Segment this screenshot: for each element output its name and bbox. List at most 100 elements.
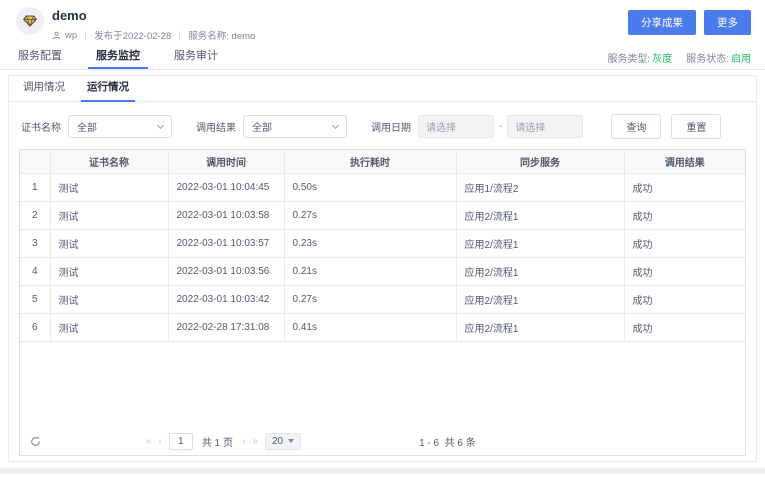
total-pages-label: 共 1 页 bbox=[202, 434, 233, 449]
table-cell: 成功 bbox=[624, 202, 745, 230]
card-bottom-padding bbox=[9, 456, 756, 461]
table-body: 1测试2022-03-01 10:04:450.50s应用1/流程2成功2测试2… bbox=[20, 174, 745, 342]
row-index-cell: 2 bbox=[20, 202, 50, 230]
main-tab[interactable]: 服务监控 bbox=[94, 47, 142, 68]
table-row: 2测试2022-03-01 10:03:580.27s应用2/流程1成功 bbox=[20, 202, 745, 230]
table-cell: 应用2/流程1 bbox=[456, 230, 624, 258]
call-result-label: 调用结果 bbox=[196, 119, 236, 134]
column-header: 证书名称 bbox=[50, 150, 168, 174]
main-tab[interactable]: 服务配置 bbox=[16, 47, 64, 68]
row-index-cell: 4 bbox=[20, 258, 50, 286]
column-header: 调用结果 bbox=[624, 150, 745, 174]
table-cell: 2022-03-01 10:03:58 bbox=[168, 202, 284, 230]
table-cell: 成功 bbox=[624, 174, 745, 202]
divider bbox=[85, 31, 86, 40]
table-cell: 0.27s bbox=[284, 202, 456, 230]
page-size-select[interactable]: 20 bbox=[265, 433, 301, 450]
service-status: 服务状态:启用 bbox=[686, 50, 751, 65]
table-row: 6测试2022-02-28 17:31:080.41s应用2/流程1成功 bbox=[20, 314, 745, 342]
column-header: 调用时间 bbox=[168, 150, 284, 174]
top-header: demo wp 发布于2022-02-28 服务名称: demo 分享成果 更多 bbox=[0, 0, 765, 46]
table-cell: 0.23s bbox=[284, 230, 456, 258]
prev-page-button[interactable]: ‹ bbox=[159, 436, 162, 447]
table-cell: 成功 bbox=[624, 314, 745, 342]
publish-date: 发布于2022-02-28 bbox=[94, 28, 171, 42]
table-cell: 0.21s bbox=[284, 258, 456, 286]
table-cell: 测试 bbox=[50, 202, 168, 230]
page-title: demo bbox=[52, 8, 255, 23]
more-button[interactable]: 更多 bbox=[704, 10, 751, 35]
header-meta: wp 发布于2022-02-28 服务名称: demo bbox=[52, 28, 255, 42]
table-cell: 应用2/流程1 bbox=[456, 314, 624, 342]
table-row: 1测试2022-03-01 10:04:450.50s应用1/流程2成功 bbox=[20, 174, 745, 202]
sub-tab[interactable]: 运行情况 bbox=[85, 79, 131, 101]
gem-icon bbox=[22, 13, 38, 29]
current-page-box[interactable]: 1 bbox=[169, 433, 193, 450]
last-page-button[interactable]: » bbox=[252, 436, 258, 447]
call-date-label: 调用日期 bbox=[371, 119, 411, 134]
caret-down-icon bbox=[288, 439, 294, 443]
table-cell: 成功 bbox=[624, 230, 745, 258]
date-start-input[interactable]: 请选择 bbox=[418, 115, 494, 138]
divider bbox=[179, 31, 180, 40]
cert-name-label: 证书名称 bbox=[21, 119, 61, 134]
main-tab-bar: 服务配置 服务监控 服务审计 服务类型:灰度 服务状态:启用 bbox=[0, 46, 765, 70]
service-meta: 服务类型:灰度 服务状态:启用 bbox=[607, 50, 751, 65]
row-index-cell: 3 bbox=[20, 230, 50, 258]
refresh-icon bbox=[30, 436, 41, 447]
refresh-button[interactable] bbox=[30, 436, 41, 447]
results-table: 证书名称调用时间执行耗时同步服务调用结果 1测试2022-03-01 10:04… bbox=[20, 150, 745, 342]
table-cell: 2022-03-01 10:03:56 bbox=[168, 258, 284, 286]
service-status-value: 启用 bbox=[731, 54, 751, 65]
table-cell: 测试 bbox=[50, 230, 168, 258]
table-cell: 2022-02-28 17:31:08 bbox=[168, 314, 284, 342]
user-icon bbox=[52, 31, 61, 40]
table-row: 5测试2022-03-01 10:03:420.27s应用2/流程1成功 bbox=[20, 286, 745, 314]
table-cell: 应用2/流程1 bbox=[456, 202, 624, 230]
sub-tab[interactable]: 调用情况 bbox=[21, 79, 67, 101]
table-cell: 0.41s bbox=[284, 314, 456, 342]
chevron-down-icon bbox=[332, 121, 339, 128]
main-tab[interactable]: 服务审计 bbox=[172, 47, 220, 68]
chevron-down-icon bbox=[157, 121, 164, 128]
filter-row: 证书名称 全部 调用结果 全部 调用日期 请选择 - 请选择 查询 重置 bbox=[9, 102, 756, 149]
table-cell: 应用2/流程1 bbox=[456, 286, 624, 314]
share-result-button[interactable]: 分享成果 bbox=[628, 10, 696, 35]
table-cell: 测试 bbox=[50, 286, 168, 314]
service-avatar bbox=[16, 7, 44, 35]
row-index-cell: 6 bbox=[20, 314, 50, 342]
sub-tab-bar: 调用情况运行情况 bbox=[9, 76, 756, 102]
table-row: 3测试2022-03-01 10:03:570.23s应用2/流程1成功 bbox=[20, 230, 745, 258]
index-column-header bbox=[20, 150, 50, 174]
results-table-container: 证书名称调用时间执行耗时同步服务调用结果 1测试2022-03-01 10:04… bbox=[19, 149, 746, 456]
table-empty-space bbox=[20, 342, 745, 427]
table-cell: 应用1/流程2 bbox=[456, 174, 624, 202]
service-name: 服务名称: demo bbox=[188, 28, 255, 42]
monitor-card: 调用情况运行情况 证书名称 全部 调用结果 全部 调用日期 请选择 - 请选择 … bbox=[8, 75, 757, 462]
row-index-cell: 5 bbox=[20, 286, 50, 314]
date-end-input[interactable]: 请选择 bbox=[507, 115, 583, 138]
service-type: 服务类型:灰度 bbox=[607, 50, 672, 65]
table-header-row: 证书名称调用时间执行耗时同步服务调用结果 bbox=[20, 150, 745, 174]
items-range-label: 1 - 6 共 6 条 bbox=[419, 434, 476, 449]
service-type-value: 灰度 bbox=[652, 54, 672, 65]
column-header: 执行耗时 bbox=[284, 150, 456, 174]
table-cell: 0.27s bbox=[284, 286, 456, 314]
date-range-separator: - bbox=[499, 121, 502, 132]
table-cell: 2022-03-01 10:03:57 bbox=[168, 230, 284, 258]
table-cell: 应用2/流程1 bbox=[456, 258, 624, 286]
table-cell: 测试 bbox=[50, 314, 168, 342]
table-cell: 0.50s bbox=[284, 174, 456, 202]
column-header: 同步服务 bbox=[456, 150, 624, 174]
table-cell: 2022-03-01 10:04:45 bbox=[168, 174, 284, 202]
table-row: 4测试2022-03-01 10:03:560.21s应用2/流程1成功 bbox=[20, 258, 745, 286]
table-cell: 成功 bbox=[624, 258, 745, 286]
next-page-button[interactable]: › bbox=[242, 436, 245, 447]
reset-button[interactable]: 重置 bbox=[671, 114, 721, 139]
call-result-select[interactable]: 全部 bbox=[243, 115, 347, 138]
table-cell: 测试 bbox=[50, 174, 168, 202]
first-page-button[interactable]: « bbox=[146, 436, 152, 447]
search-button[interactable]: 查询 bbox=[611, 114, 661, 139]
table-cell: 测试 bbox=[50, 258, 168, 286]
cert-name-select[interactable]: 全部 bbox=[68, 115, 172, 138]
